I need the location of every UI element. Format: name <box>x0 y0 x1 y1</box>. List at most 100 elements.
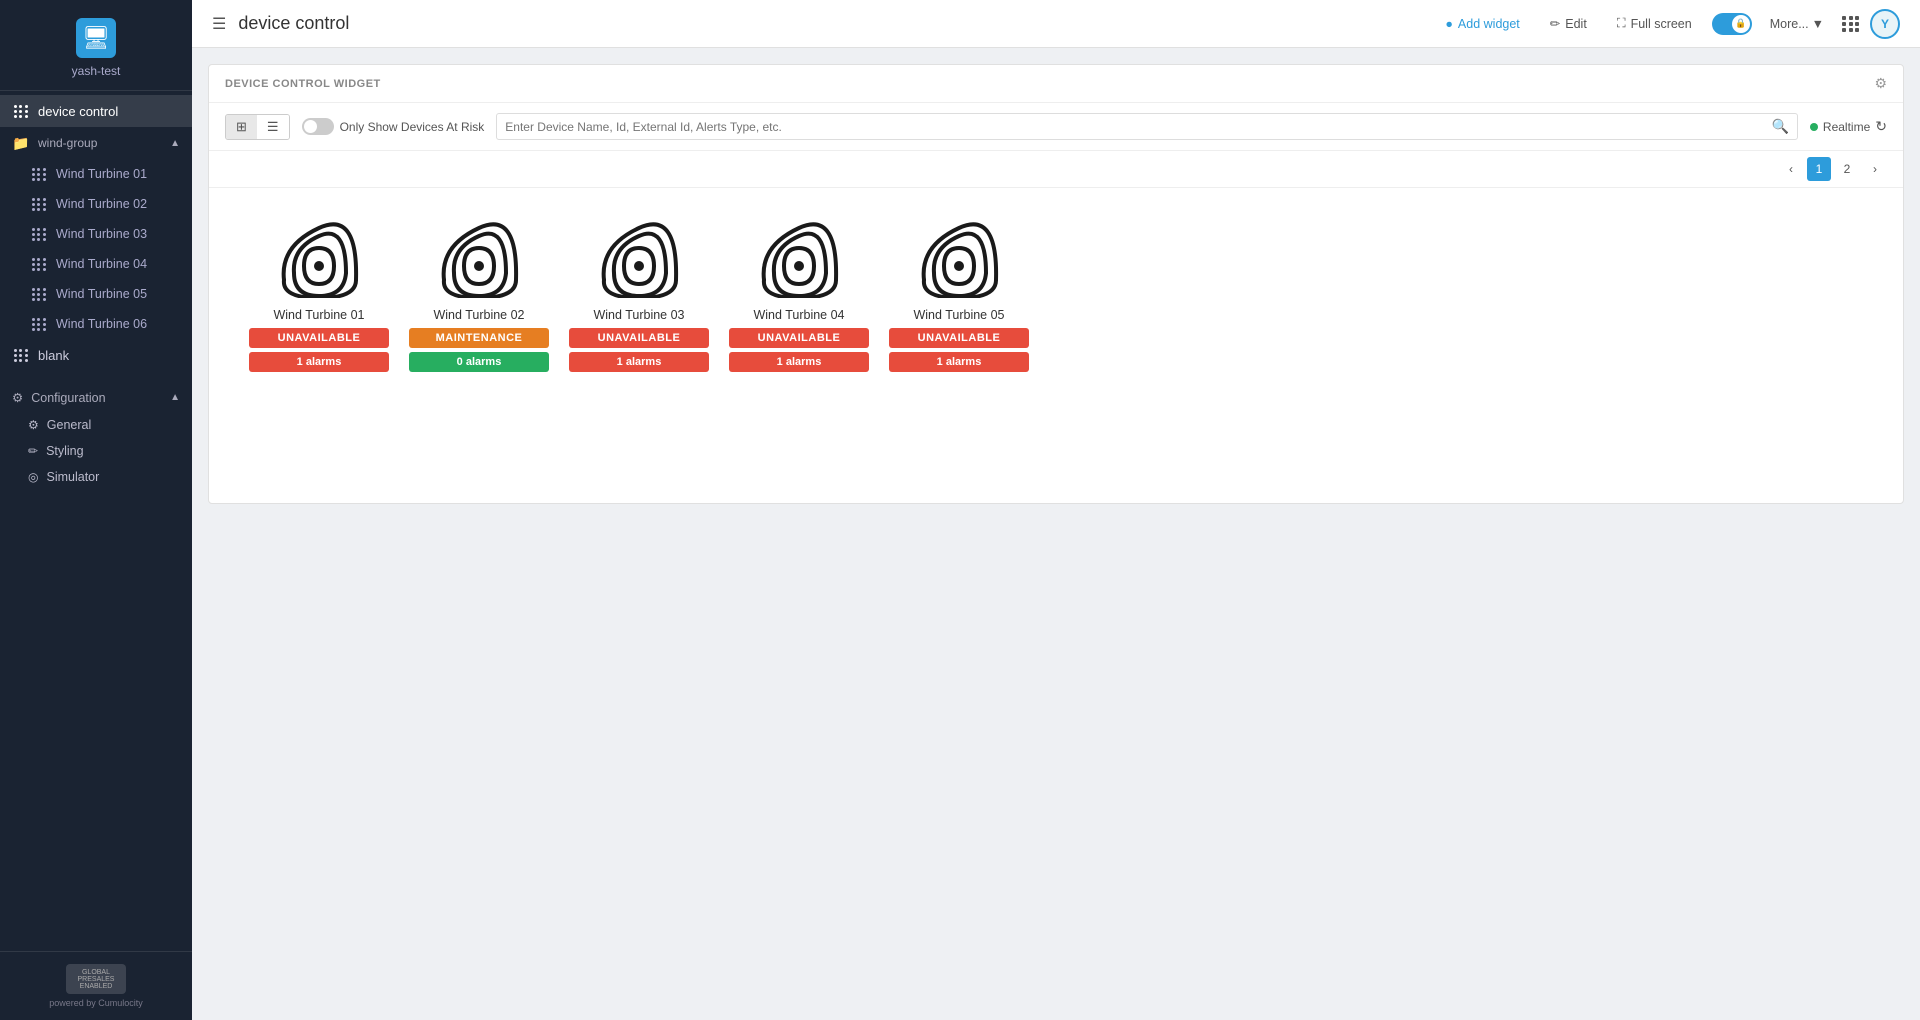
sidebar-item-wind-turbine-03[interactable]: Wind Turbine 03 <box>0 219 192 249</box>
next-page-button[interactable]: › <box>1863 157 1887 181</box>
device-card-4[interactable]: Wind Turbine 04 UNAVAILABLE 1 alarms <box>729 218 869 372</box>
wind-group-label: wind-group <box>38 136 97 150</box>
lock-icon: 🔒 <box>1732 15 1750 33</box>
sidebar-item-device-control[interactable]: device control <box>0 95 192 127</box>
prev-page-button[interactable]: ‹ <box>1779 157 1803 181</box>
powered-by-text: powered by Cumulocity <box>49 998 143 1008</box>
device-control-label: device control <box>38 104 118 119</box>
logo-icon: 🖥 <box>76 18 116 58</box>
radio-wave-icon <box>594 218 684 298</box>
sidebar-item-blank[interactable]: blank <box>0 339 192 371</box>
topbar: ☰ device control ● Add widget ✏ Edit ⛶ F… <box>192 0 1920 48</box>
alarm-badge: 1 alarms <box>249 352 389 372</box>
settings-icon[interactable]: ⚙ <box>1874 75 1887 92</box>
blank-label: blank <box>38 348 69 363</box>
more-button[interactable]: More... ▼ <box>1762 12 1832 36</box>
pagination: ‹ 1 2 › <box>209 151 1903 188</box>
pencil-icon: ✏ <box>1550 16 1560 31</box>
realtime-dot <box>1810 123 1818 131</box>
chevron-down-icon: ▲ <box>170 392 180 403</box>
edit-button[interactable]: ✏ Edit <box>1540 11 1597 36</box>
device-name: Wind Turbine 04 <box>753 308 844 322</box>
turbine-grid-icon <box>30 255 48 273</box>
badge-text: GLOBAL PRESALES ENABLED <box>68 969 124 990</box>
status-badge: MAINTENANCE <box>409 328 549 348</box>
turbine-grid-icon <box>30 165 48 183</box>
grid-icon <box>12 102 30 120</box>
config-item-simulator[interactable]: ◎Simulator <box>0 464 192 490</box>
radio-wave-icon <box>914 218 1004 298</box>
search-box: 🔍 <box>496 113 1798 140</box>
widget-header: DEVICE CONTROL WIDGET ⚙ <box>209 65 1903 103</box>
menu-icon[interactable]: ☰ <box>212 14 226 34</box>
device-control-widget: DEVICE CONTROL WIDGET ⚙ ⊞ ☰ Only Show De… <box>208 64 1904 504</box>
sidebar-item-wind-turbine-01[interactable]: Wind Turbine 01 <box>0 159 192 189</box>
widget-toolbar: ⊞ ☰ Only Show Devices At Risk 🔍 Realtime <box>209 103 1903 151</box>
sidebar-logo: 🖥 yash-test <box>0 0 192 91</box>
turbine-grid-icon <box>30 225 48 243</box>
plus-icon: ● <box>1445 17 1453 31</box>
radio-wave-icon <box>274 218 364 298</box>
lock-toggle[interactable]: 🔒 <box>1712 13 1752 35</box>
search-icon: 🔍 <box>1771 118 1788 135</box>
realtime-label: Realtime <box>1823 120 1870 134</box>
status-badge: UNAVAILABLE <box>249 328 389 348</box>
status-badge: UNAVAILABLE <box>889 328 1029 348</box>
device-card-2[interactable]: Wind Turbine 02 MAINTENANCE 0 alarms <box>409 218 549 372</box>
page-1-button[interactable]: 1 <box>1807 157 1831 181</box>
sidebar-item-wind-turbine-04[interactable]: Wind Turbine 04 <box>0 249 192 279</box>
sidebar-footer: GLOBAL PRESALES ENABLED powered by Cumul… <box>0 951 192 1020</box>
list-view-button[interactable]: ☰ <box>257 115 289 139</box>
refresh-icon[interactable]: ↻ <box>1875 118 1887 135</box>
device-name: Wind Turbine 01 <box>273 308 364 322</box>
alarm-badge: 1 alarms <box>889 352 1029 372</box>
status-badge: UNAVAILABLE <box>569 328 709 348</box>
sidebar-item-wind-turbine-02[interactable]: Wind Turbine 02 <box>0 189 192 219</box>
sidebar-item-wind-turbine-06[interactable]: Wind Turbine 06 <box>0 309 192 339</box>
device-card-1[interactable]: Wind Turbine 01 UNAVAILABLE 1 alarms <box>249 218 389 372</box>
device-name: Wind Turbine 03 <box>593 308 684 322</box>
grid-icon-blank <box>12 346 30 364</box>
toggle-knob <box>304 120 317 133</box>
radio-wave-icon <box>434 218 524 298</box>
config-item-general[interactable]: ⚙General <box>0 412 192 438</box>
turbine-grid-icon <box>30 195 48 213</box>
widget-title: DEVICE CONTROL WIDGET <box>225 78 381 90</box>
full-screen-button[interactable]: ⛶ Full screen <box>1607 11 1702 36</box>
card-view-button[interactable]: ⊞ <box>226 115 257 139</box>
config-item-styling[interactable]: ✏Styling <box>0 438 192 464</box>
page-title: device control <box>238 13 1423 34</box>
radio-wave-icon <box>754 218 844 298</box>
device-card-3[interactable]: Wind Turbine 03 UNAVAILABLE 1 alarms <box>569 218 709 372</box>
devices-grid: Wind Turbine 01 UNAVAILABLE 1 alarms Win… <box>209 188 1903 402</box>
device-card-5[interactable]: Wind Turbine 05 UNAVAILABLE 1 alarms <box>889 218 1029 372</box>
status-badge: UNAVAILABLE <box>729 328 869 348</box>
topbar-actions: ● Add widget ✏ Edit ⛶ Full screen 🔒 More… <box>1435 9 1900 39</box>
config-icon: ⚙ <box>12 390 23 405</box>
sidebar: 🖥 yash-test device control 📁 wind-group … <box>0 0 192 1020</box>
view-toggle: ⊞ ☰ <box>225 114 290 140</box>
realtime-indicator: Realtime ↻ <box>1810 118 1887 135</box>
sidebar-item-wind-turbine-05[interactable]: Wind Turbine 05 <box>0 279 192 309</box>
only-risk-toggle: Only Show Devices At Risk <box>302 118 485 135</box>
alarm-badge: 0 alarms <box>409 352 549 372</box>
configuration-header[interactable]: ⚙ Configuration ▲ <box>0 383 192 412</box>
page-2-button[interactable]: 2 <box>1835 157 1859 181</box>
only-risk-label: Only Show Devices At Risk <box>340 120 485 134</box>
device-name: Wind Turbine 05 <box>913 308 1004 322</box>
main-nav: device control 📁 wind-group ▲ Wind Turbi… <box>0 91 192 375</box>
apps-grid-icon[interactable] <box>1842 16 1860 32</box>
expand-icon: ⛶ <box>1617 16 1626 31</box>
add-widget-button[interactable]: ● Add widget <box>1435 12 1529 36</box>
risk-toggle-switch[interactable] <box>302 118 334 135</box>
search-input[interactable] <box>505 120 1765 134</box>
user-avatar[interactable]: Y <box>1870 9 1900 39</box>
main-area: ☰ device control ● Add widget ✏ Edit ⛶ F… <box>192 0 1920 1020</box>
turbine-list: Wind Turbine 01 Wind Turbine 02 Wind Tur… <box>0 159 192 339</box>
chevron-more-icon: ▼ <box>1812 17 1824 31</box>
alarm-badge: 1 alarms <box>729 352 869 372</box>
org-name: yash-test <box>72 64 121 78</box>
sidebar-item-wind-group[interactable]: 📁 wind-group ▲ <box>0 127 192 159</box>
configuration-label: Configuration <box>31 391 105 405</box>
content-area: DEVICE CONTROL WIDGET ⚙ ⊞ ☰ Only Show De… <box>192 48 1920 1020</box>
